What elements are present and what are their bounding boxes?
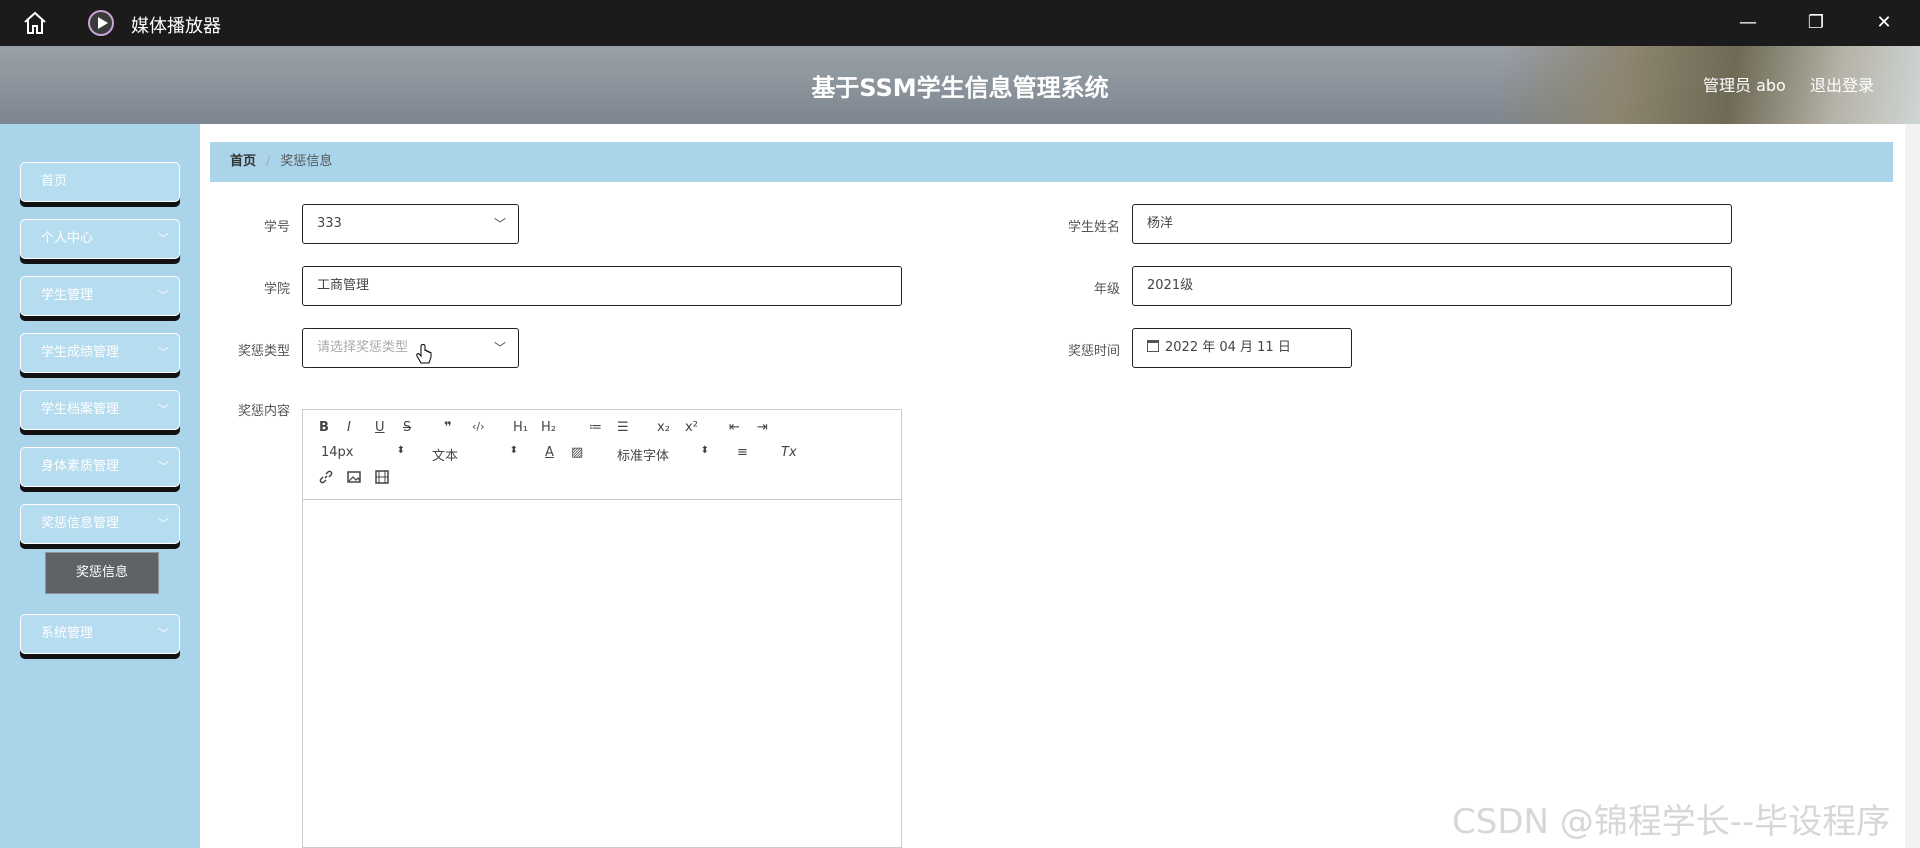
student-name-label: 学生姓名 xyxy=(1067,220,1120,235)
chevron-down-icon: ﹀ xyxy=(158,627,169,640)
app-header: 基于SSM学生信息管理系统 管理员 abo 退出登录 xyxy=(0,46,1920,124)
play-circle-icon xyxy=(88,10,114,36)
sidebar-item-award-management[interactable]: 奖惩信息管理 ﹀ xyxy=(20,504,180,544)
grade-label: 年级 xyxy=(1093,282,1120,297)
chevron-down-icon: ﹀ xyxy=(493,217,506,231)
college-label: 学院 xyxy=(263,282,290,297)
sidebar-item-label: 系统管理 xyxy=(41,626,94,641)
window-title: 媒体播放器 xyxy=(131,16,221,37)
font-size-value: 14px xyxy=(321,445,354,460)
student-id-select[interactable]: 333 ﹀ xyxy=(302,204,519,244)
grade-value: 2021级 xyxy=(1147,278,1194,293)
award-time-datepicker[interactable]: 2022 年 04 月 11 日 xyxy=(1132,328,1352,368)
home-icon[interactable] xyxy=(22,11,48,35)
award-type-label: 奖惩类型 xyxy=(237,344,290,359)
sidebar-item-student-management[interactable]: 学生管理 ﹀ xyxy=(20,276,180,316)
grade-input[interactable]: 2021级 xyxy=(1132,266,1732,306)
breadcrumb-home[interactable]: 首页 xyxy=(230,154,256,169)
image-icon[interactable] xyxy=(347,470,361,484)
close-button[interactable]: ✕ xyxy=(1864,8,1904,38)
window-titlebar: 媒体播放器 — ❐ ✕ xyxy=(0,0,1920,46)
breadcrumb-current: 奖惩信息 xyxy=(280,154,333,169)
editor-toolbar: B I U S ❞ ‹/› H₁ H₂ ≔ ☰ x₂ x² ⇤ ⇥ 14px ⬍ … xyxy=(303,410,901,500)
sidebar-item-fitness-management[interactable]: 身体素质管理 ﹀ xyxy=(20,447,180,487)
sidebar-item-label: 学生成绩管理 xyxy=(41,345,120,360)
chevron-down-icon: ﹀ xyxy=(158,517,169,530)
college-value: 工商管理 xyxy=(317,278,370,293)
chevron-down-icon: ﹀ xyxy=(158,403,169,416)
sidebar-item-label: 学生管理 xyxy=(41,288,94,303)
updown-arrow-icon: ⬍ xyxy=(700,445,709,456)
bullet-list-button[interactable]: ☰ xyxy=(617,420,629,435)
breadcrumb-separator: / xyxy=(266,154,271,169)
font-size-select[interactable]: 14px ⬍ xyxy=(321,445,405,460)
chevron-down-icon: ﹀ xyxy=(158,232,169,245)
sidebar-item-label: 个人中心 xyxy=(41,231,94,246)
editor-content-area[interactable] xyxy=(303,501,901,847)
blockquote-button[interactable]: ❞ xyxy=(444,420,452,435)
header-value: 文本 xyxy=(432,449,459,464)
sidebar-item-label: 奖惩信息管理 xyxy=(41,516,120,531)
minimize-button[interactable]: — xyxy=(1728,8,1768,38)
chevron-down-icon: ﹀ xyxy=(158,289,169,302)
italic-button[interactable]: I xyxy=(347,420,351,435)
updown-arrow-icon: ⬍ xyxy=(509,445,518,456)
rich-text-editor: B I U S ❞ ‹/› H₁ H₂ ≔ ☰ x₂ x² ⇤ ⇥ 14px ⬍ … xyxy=(302,409,902,848)
code-block-button[interactable]: ‹/› xyxy=(472,420,485,433)
student-name-input[interactable]: 杨洋 xyxy=(1132,204,1732,244)
award-time-label: 奖惩时间 xyxy=(1067,344,1120,359)
logout-link[interactable]: 退出登录 xyxy=(1810,72,1874,96)
maximize-button[interactable]: ❐ xyxy=(1796,8,1836,38)
sidebar: 首页 个人中心 ﹀ 学生管理 ﹀ 学生成绩管理 ﹀ 学生档案管理 ﹀ 身体素质管理 ﹀ 奖… xyxy=(0,124,200,848)
sidebar-item-system-management[interactable]: 系统管理 ﹀ xyxy=(20,614,180,654)
heading-2-button[interactable]: H₂ xyxy=(541,420,556,435)
updown-arrow-icon: ⬍ xyxy=(396,445,405,456)
hand-cursor-icon xyxy=(416,344,432,364)
chevron-down-icon: ﹀ xyxy=(158,346,169,359)
sidebar-item-score-management[interactable]: 学生成绩管理 ﹀ xyxy=(20,333,180,373)
breadcrumb: 首页 / 奖惩信息 xyxy=(210,142,1893,182)
award-time-value: 2022 年 04 月 11 日 xyxy=(1165,340,1291,355)
font-family-select[interactable]: 标准字体 ⬍ xyxy=(617,445,709,464)
watermark: CSDN @锦程学长--毕设程序 xyxy=(1452,802,1891,842)
sidebar-subitem-award-info[interactable]: 奖惩信息 xyxy=(45,552,159,594)
college-input[interactable]: 工商管理 xyxy=(302,266,902,306)
award-content-label: 奖惩内容 xyxy=(237,404,290,419)
heading-1-button[interactable]: H₁ xyxy=(513,420,528,435)
sidebar-item-personal-center[interactable]: 个人中心 ﹀ xyxy=(20,219,180,259)
header-select[interactable]: 文本 ⬍ xyxy=(432,445,518,464)
clear-format-button[interactable]: Tx xyxy=(781,445,797,460)
ordered-list-button[interactable]: ≔ xyxy=(589,420,602,435)
student-name-value: 杨洋 xyxy=(1147,216,1174,231)
video-icon[interactable] xyxy=(375,470,389,484)
vertical-scrollbar[interactable] xyxy=(1905,124,1920,848)
sidebar-item-label: 学生档案管理 xyxy=(41,402,120,417)
background-color-button[interactable]: ▨ xyxy=(571,445,583,460)
calendar-icon xyxy=(1147,340,1159,352)
sidebar-item-home[interactable]: 首页 xyxy=(20,162,180,202)
strike-button[interactable]: S xyxy=(403,420,411,435)
sidebar-item-label: 身体素质管理 xyxy=(41,459,120,474)
subscript-button[interactable]: x₂ xyxy=(657,420,670,435)
underline-button[interactable]: U xyxy=(375,420,385,435)
align-button[interactable]: ≡ xyxy=(737,445,748,460)
font-family-value: 标准字体 xyxy=(617,449,670,464)
sidebar-item-label: 首页 xyxy=(41,174,68,189)
award-type-placeholder: 请选择奖惩类型 xyxy=(317,340,409,355)
superscript-button[interactable]: x² xyxy=(685,420,698,435)
indent-button[interactable]: ⇥ xyxy=(757,420,768,435)
link-icon[interactable] xyxy=(319,470,333,484)
student-id-value: 333 xyxy=(317,216,342,231)
outdent-button[interactable]: ⇤ xyxy=(729,420,740,435)
bold-button[interactable]: B xyxy=(319,420,329,435)
sidebar-item-archive-management[interactable]: 学生档案管理 ﹀ xyxy=(20,390,180,430)
chevron-down-icon: ﹀ xyxy=(493,341,506,355)
student-id-label: 学号 xyxy=(263,220,290,235)
award-type-select[interactable]: 请选择奖惩类型 ﹀ xyxy=(302,328,519,368)
current-user: 管理员 abo xyxy=(1703,76,1786,95)
text-color-button[interactable]: A xyxy=(545,445,554,460)
chevron-down-icon: ﹀ xyxy=(158,460,169,473)
page-title: 基于SSM学生信息管理系统 xyxy=(811,74,1109,102)
